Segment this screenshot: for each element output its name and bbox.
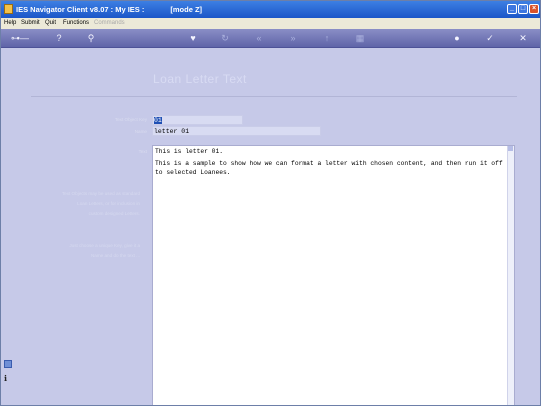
refresh-icon[interactable]: ↻ bbox=[219, 32, 231, 44]
menu-bar: Help Submit Quit Functions Commands bbox=[1, 18, 540, 29]
text-line: to selected Loanees. bbox=[155, 169, 231, 176]
heart-icon[interactable]: ♥ bbox=[187, 32, 199, 44]
window-title: IES Navigator Client v8.07 : My IES : [mo… bbox=[16, 5, 228, 14]
help-text-1: Text Objects may be used as standard Loa… bbox=[25, 189, 140, 219]
menu-functions[interactable]: Functions bbox=[63, 20, 89, 26]
menu-commands: Commands bbox=[94, 20, 125, 26]
key-label: Text Object Key bbox=[114, 117, 147, 122]
vertical-scrollbar[interactable] bbox=[507, 146, 514, 405]
help-line: Text Objects may be used as standard bbox=[61, 191, 140, 196]
divider bbox=[31, 96, 517, 97]
side-tool-icon[interactable] bbox=[4, 360, 12, 368]
menu-submit[interactable]: Submit bbox=[21, 20, 40, 26]
up-arrow-icon[interactable]: ↑ bbox=[321, 32, 333, 44]
title-bar: IES Navigator Client v8.07 : My IES : [mo… bbox=[1, 1, 540, 18]
grid-icon[interactable]: ▦ bbox=[354, 32, 366, 44]
key-field[interactable]: 01 bbox=[152, 115, 243, 125]
help-line: custom designed Letters. bbox=[88, 211, 140, 216]
form-area: Loan Letter Text Text Object Key 01 Name… bbox=[1, 48, 540, 405]
help-text-2: Just choose a unique Key, give it a Name… bbox=[25, 241, 140, 261]
menu-quit[interactable]: Quit bbox=[45, 20, 56, 26]
letter-text-area[interactable]: This is letter 01. This is a sample to s… bbox=[152, 145, 515, 405]
page-title: Loan Letter Text bbox=[153, 72, 247, 86]
toolbar: ⊶— ? ⚲ ♥ ↻ « » ↑ ▦ ● ✓ ✕ bbox=[1, 29, 540, 48]
help-line: Just choose a unique Key, give it a bbox=[69, 243, 140, 248]
minimize-button[interactable]: _ bbox=[507, 4, 517, 14]
rewind-icon[interactable]: « bbox=[253, 32, 265, 44]
mode-label: [mode Z] bbox=[170, 5, 203, 14]
fast-forward-icon[interactable]: » bbox=[287, 32, 299, 44]
info-icon[interactable]: ℹ bbox=[4, 374, 10, 384]
app-icon bbox=[4, 4, 13, 14]
search-icon[interactable]: ⚲ bbox=[85, 32, 97, 44]
app-window: IES Navigator Client v8.07 : My IES : [mo… bbox=[0, 0, 541, 406]
maximize-button[interactable]: □ bbox=[518, 4, 528, 14]
scroll-up-arrow[interactable] bbox=[508, 146, 513, 151]
text-label: Text bbox=[138, 149, 147, 154]
lock-icon[interactable]: ● bbox=[451, 32, 463, 44]
help-line: Loan Letters, or for inclusion in bbox=[77, 201, 140, 206]
name-label: Name bbox=[134, 129, 147, 134]
name-field[interactable]: letter 01 bbox=[152, 126, 321, 136]
help-circle-icon[interactable]: ? bbox=[53, 32, 65, 44]
app-title: IES Navigator Client v8.07 : My IES : bbox=[16, 5, 145, 14]
menu-help[interactable]: Help bbox=[4, 20, 16, 26]
key-value: 01 bbox=[154, 117, 162, 124]
key-icon[interactable]: ⊶— bbox=[9, 32, 31, 44]
text-line: This is letter 01. bbox=[155, 148, 224, 155]
check-icon[interactable]: ✓ bbox=[484, 32, 496, 44]
name-value: letter 01 bbox=[154, 128, 190, 135]
help-line: Name and do the text ... bbox=[90, 253, 140, 258]
close-window-button[interactable]: × bbox=[529, 4, 539, 14]
close-icon[interactable]: ✕ bbox=[517, 32, 529, 44]
text-line: This is a sample to show how we can form… bbox=[155, 160, 503, 167]
